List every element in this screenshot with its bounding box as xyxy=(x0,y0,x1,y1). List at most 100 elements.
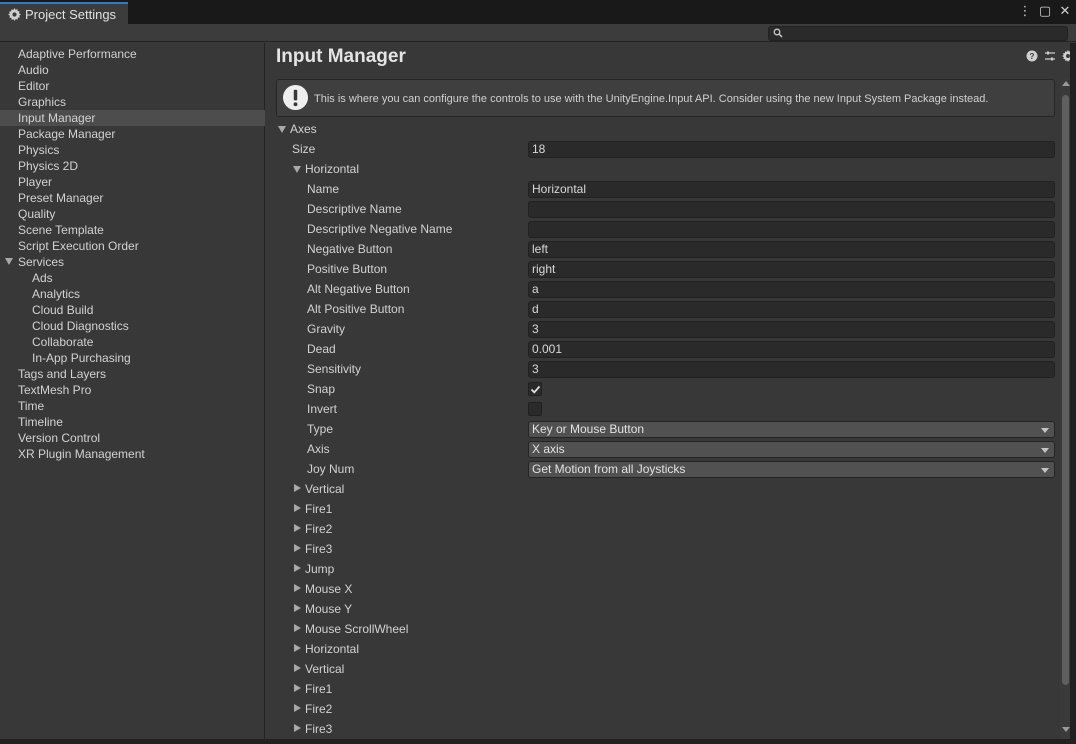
foldout-expanded-icon[interactable] xyxy=(293,166,301,173)
axis-foldout-mouse-y[interactable]: Mouse Y xyxy=(266,599,1056,619)
scroll-up-icon[interactable] xyxy=(1062,81,1070,86)
descriptive-negative-name-field[interactable] xyxy=(528,221,1055,238)
joy-num-row: Joy Num Get Motion from all Joysticks xyxy=(266,459,1056,479)
sidebar-item-quality[interactable]: Quality xyxy=(0,206,265,222)
sidebar-item-script-execution-order[interactable]: Script Execution Order xyxy=(0,238,265,254)
axis-foldout-fire3[interactable]: Fire3 xyxy=(266,539,1056,559)
tab-title: Project Settings xyxy=(25,6,117,22)
search-box[interactable] xyxy=(768,26,1068,41)
kebab-menu-icon[interactable]: ⋮ xyxy=(1018,3,1032,19)
sidebar-item-cloud-build[interactable]: Cloud Build xyxy=(0,302,265,318)
close-icon[interactable]: ✕ xyxy=(1058,3,1072,19)
warning-icon xyxy=(282,84,309,111)
axis-label: Jump xyxy=(305,562,335,576)
type-dropdown[interactable]: Key or Mouse Button xyxy=(528,421,1055,438)
positive-button-field[interactable]: right xyxy=(528,261,1055,278)
foldout-expanded-icon[interactable] xyxy=(5,258,13,265)
foldout-collapsed-icon[interactable] xyxy=(294,644,301,652)
sidebar-item-adaptive-performance[interactable]: Adaptive Performance xyxy=(0,46,265,62)
help-icon[interactable]: ? xyxy=(1026,50,1038,62)
sidebar-item-preset-manager[interactable]: Preset Manager xyxy=(0,190,265,206)
positive-button-row: Positive Button right xyxy=(266,259,1056,279)
axis-dropdown[interactable]: X axis xyxy=(528,441,1055,458)
alt-negative-button-label: Alt Negative Button xyxy=(307,282,410,296)
axis-foldout-vertical-2[interactable]: Vertical xyxy=(266,659,1056,679)
axis-foldout-fire1-2[interactable]: Fire1 xyxy=(266,679,1056,699)
dead-row: Dead 0.001 xyxy=(266,339,1056,359)
sidebar-item-ads[interactable]: Ads xyxy=(0,270,265,286)
sidebar-item-time[interactable]: Time xyxy=(0,398,265,414)
foldout-collapsed-icon[interactable] xyxy=(294,684,301,692)
foldout-collapsed-icon[interactable] xyxy=(294,724,301,732)
sidebar-item-graphics[interactable]: Graphics xyxy=(0,94,265,110)
axis-label: Fire3 xyxy=(305,722,333,736)
scroll-down-icon[interactable] xyxy=(1062,727,1070,732)
sidebar-item-in-app-purchasing[interactable]: In-App Purchasing xyxy=(0,350,265,366)
sidebar-item-xr-plugin-management[interactable]: XR Plugin Management xyxy=(0,446,265,462)
sensitivity-field[interactable]: 3 xyxy=(528,361,1055,378)
dead-field[interactable]: 0.001 xyxy=(528,341,1055,358)
maximize-icon[interactable]: ▢ xyxy=(1038,3,1052,19)
axis-foldout-fire1[interactable]: Fire1 xyxy=(266,499,1056,519)
foldout-collapsed-icon[interactable] xyxy=(294,584,301,592)
sidebar-item-cloud-diagnostics[interactable]: Cloud Diagnostics xyxy=(0,318,265,334)
negative-button-field[interactable]: left xyxy=(528,241,1055,258)
snap-checkbox[interactable] xyxy=(528,382,542,396)
search-input[interactable] xyxy=(787,27,1065,40)
sidebar-item-input-manager[interactable]: Input Manager xyxy=(0,110,265,126)
axis-foldout-fire3-2[interactable]: Fire3 xyxy=(266,719,1056,739)
foldout-collapsed-icon[interactable] xyxy=(294,504,301,512)
sidebar-item-scene-template[interactable]: Scene Template xyxy=(0,222,265,238)
foldout-collapsed-icon[interactable] xyxy=(294,564,301,572)
sidebar-item-analytics[interactable]: Analytics xyxy=(0,286,265,302)
axis-foldout-fire2-2[interactable]: Fire2 xyxy=(266,699,1056,719)
sidebar-item-version-control[interactable]: Version Control xyxy=(0,430,265,446)
sidebar-item-timeline[interactable]: Timeline xyxy=(0,414,265,430)
name-field[interactable]: Horizontal xyxy=(528,181,1055,198)
sidebar-item-editor[interactable]: Editor xyxy=(0,78,265,94)
sensitivity-row: Sensitivity 3 xyxy=(266,359,1056,379)
foldout-expanded-icon[interactable] xyxy=(278,126,286,133)
snap-row: Snap xyxy=(266,379,1056,399)
sidebar-item-physics[interactable]: Physics xyxy=(0,142,265,158)
descriptive-name-field[interactable] xyxy=(528,201,1055,218)
joy-num-dropdown[interactable]: Get Motion from all Joysticks xyxy=(528,461,1055,478)
sidebar-item-collaborate[interactable]: Collaborate xyxy=(0,334,265,350)
axes-label: Axes xyxy=(290,122,317,136)
axis-foldout-jump[interactable]: Jump xyxy=(266,559,1056,579)
size-field[interactable]: 18 xyxy=(528,141,1055,158)
axis-foldout-vertical[interactable]: Vertical xyxy=(266,479,1056,499)
foldout-collapsed-icon[interactable] xyxy=(294,664,301,672)
foldout-collapsed-icon[interactable] xyxy=(294,484,301,492)
foldout-collapsed-icon[interactable] xyxy=(294,524,301,532)
sidebar-item-physics-2d[interactable]: Physics 2D xyxy=(0,158,265,174)
sidebar-item-services[interactable]: Services xyxy=(0,254,265,270)
foldout-collapsed-icon[interactable] xyxy=(294,604,301,612)
alt-negative-button-field[interactable]: a xyxy=(528,281,1055,298)
sidebar-item-player[interactable]: Player xyxy=(0,174,265,190)
axis-label: Fire2 xyxy=(305,522,333,536)
preset-icon[interactable] xyxy=(1044,50,1056,62)
axis-foldout-horizontal-2[interactable]: Horizontal xyxy=(266,639,1056,659)
tab-project-settings[interactable]: Project Settings xyxy=(0,2,128,24)
foldout-collapsed-icon[interactable] xyxy=(294,544,301,552)
axis-foldout-mouse-x[interactable]: Mouse X xyxy=(266,579,1056,599)
axes-foldout[interactable]: Axes xyxy=(266,119,1056,139)
foldout-collapsed-icon[interactable] xyxy=(294,704,301,712)
settings-content: Input Manager ? This is where you can co… xyxy=(266,43,1076,744)
foldout-collapsed-icon[interactable] xyxy=(294,624,301,632)
chevron-down-icon xyxy=(1041,428,1049,433)
axis-foldout-fire2[interactable]: Fire2 xyxy=(266,519,1056,539)
type-dropdown-value: Key or Mouse Button xyxy=(532,422,645,436)
gravity-field[interactable]: 3 xyxy=(528,321,1055,338)
alt-positive-button-field[interactable]: d xyxy=(528,301,1055,318)
sidebar-item-audio[interactable]: Audio xyxy=(0,62,265,78)
axis-foldout-horizontal[interactable]: Horizontal xyxy=(266,159,1056,179)
sidebar-item-package-manager[interactable]: Package Manager xyxy=(0,126,265,142)
scrollbar-thumb[interactable] xyxy=(1062,95,1069,685)
negative-button-label: Negative Button xyxy=(307,242,393,256)
sidebar-item-textmesh-pro[interactable]: TextMesh Pro xyxy=(0,382,265,398)
axis-foldout-mouse-scrollwheel[interactable]: Mouse ScrollWheel xyxy=(266,619,1056,639)
invert-checkbox[interactable] xyxy=(528,402,542,416)
sidebar-item-tags-and-layers[interactable]: Tags and Layers xyxy=(0,366,265,382)
